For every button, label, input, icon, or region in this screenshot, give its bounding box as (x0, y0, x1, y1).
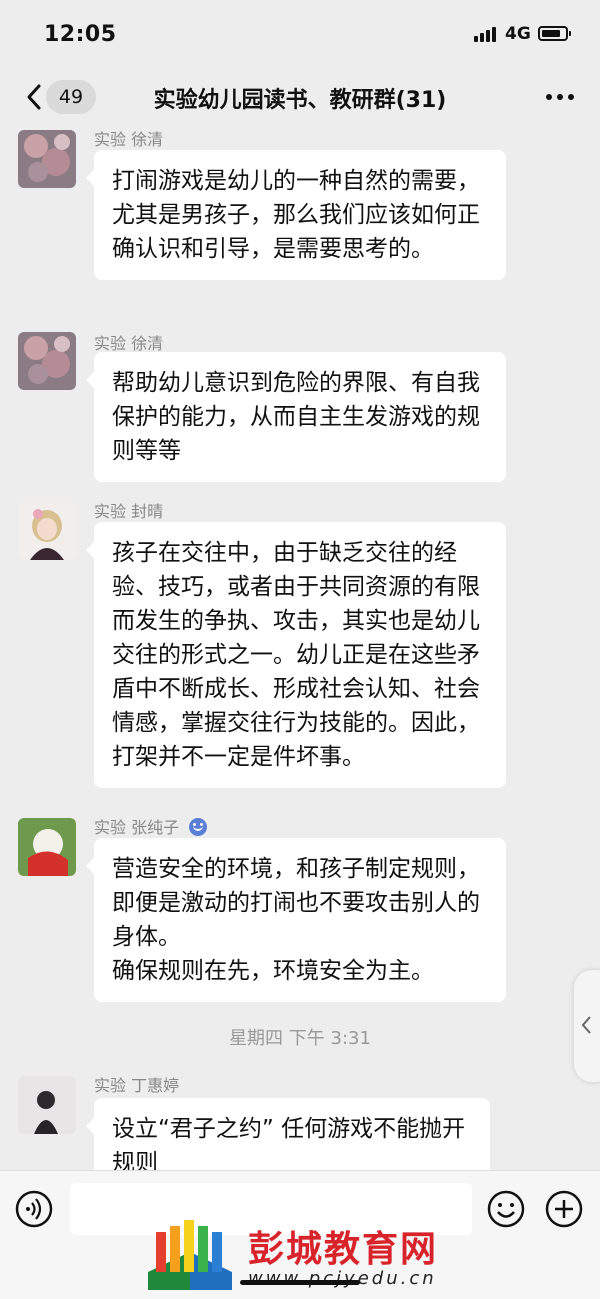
watermark-name: 彭城教育网 (248, 1228, 439, 1270)
sender-name: 实验 张纯子 (94, 814, 208, 838)
status-bar: 12:05 4G (0, 0, 600, 68)
message-bubble[interactable]: 营造安全的环境，和孩子制定规则，即便是激动的打闹也不要攻击别人的身体。 确保规则… (86, 838, 506, 1002)
voice-icon[interactable] (14, 1189, 54, 1229)
emoji-icon[interactable] (486, 1189, 526, 1229)
battery-icon (538, 26, 571, 41)
plus-icon[interactable] (544, 1189, 584, 1229)
avatar[interactable] (18, 502, 76, 560)
sender-name: 实验 徐清 (94, 130, 164, 149)
chat-title: 实验幼儿园读书、教研群(31) (153, 88, 447, 113)
message-bubble[interactable]: 打闹游戏是幼儿的一种自然的需要，尤其是男孩子，那么我们应该如何正确认识和引导，是… (86, 150, 506, 280)
more-icon[interactable] (546, 94, 574, 102)
avatar[interactable] (18, 818, 76, 876)
message-bubble[interactable]: 孩子在交往中，由于缺乏交往的经验、技巧，或者由于共同资源的有限而发生的争执、攻击… (86, 522, 506, 788)
avatar[interactable] (18, 130, 76, 188)
sender-name: 实验 丁惠婷 (94, 1076, 180, 1095)
avatar[interactable] (18, 1076, 76, 1134)
network-label: 4G (505, 24, 531, 44)
status-time: 12:05 (44, 22, 117, 47)
watermark-url: www.pcjyedu.cn (248, 1268, 437, 1289)
sender-name-text: 实验 张纯子 (94, 818, 180, 837)
sender-name: 实验 封晴 (94, 502, 164, 521)
avatar[interactable] (18, 332, 76, 390)
book-logo-icon (148, 1220, 232, 1290)
unread-count-badge[interactable]: 49 (46, 80, 96, 114)
smile-badge-icon (189, 818, 208, 836)
chat-timestamp: 星期四 下午 3:31 (229, 1028, 371, 1049)
message-bubble[interactable]: 帮助幼儿意识到危险的界限、有自我保护的能力，从而自主生发游戏的规则等等 (86, 352, 506, 482)
chat-header: 49 实验幼儿园读书、教研群(31) (0, 68, 600, 128)
sender-name: 实验 徐清 (94, 334, 164, 353)
home-indicator (240, 1280, 360, 1285)
signal-icon (474, 26, 500, 42)
